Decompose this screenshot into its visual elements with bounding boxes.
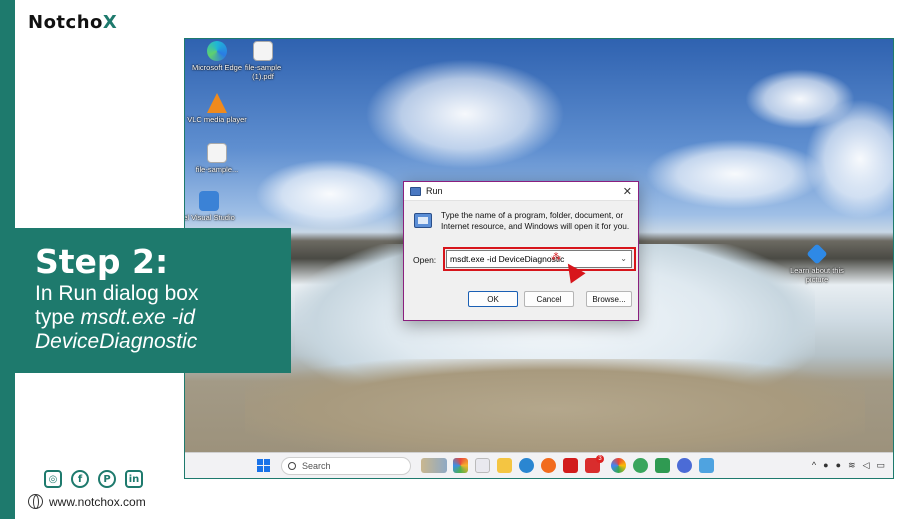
chrome-icon[interactable]	[611, 458, 626, 473]
website[interactable]: www.notchox.com	[28, 494, 146, 509]
run-icon	[410, 186, 421, 196]
chevron-up-icon[interactable]: ^	[812, 460, 816, 471]
system-tray: ^ ● ● ≋ ◁ ▭	[812, 460, 885, 471]
social-icons: ◎ f P in	[44, 470, 143, 488]
run-program-icon	[414, 213, 432, 228]
open-label: Open:	[413, 255, 437, 265]
lake	[245, 359, 865, 459]
search-icon	[288, 462, 296, 470]
desktop-icon-pdf[interactable]: file-sample (1).pdf	[233, 41, 293, 81]
microphone-icon[interactable]: ●	[836, 460, 841, 471]
ok-button[interactable]: OK	[468, 291, 518, 307]
desktop-icon-learn-picture[interactable]: Learn about this picture	[787, 243, 847, 284]
left-accent-strip	[0, 0, 15, 519]
copilot-icon[interactable]	[453, 458, 468, 473]
learn-picture-icon	[806, 243, 828, 265]
run-title: Run	[426, 186, 443, 196]
notification-badge: 3	[596, 455, 604, 463]
instagram-icon[interactable]: ◎	[44, 470, 62, 488]
cloud	[255, 159, 405, 229]
notchox-logo: NotchoX	[28, 12, 118, 33]
step-line-2: type msdt.exe -id	[35, 306, 195, 329]
app-icon-1[interactable]	[633, 458, 648, 473]
step-line-3: DeviceDiagnostic	[35, 330, 198, 353]
firefox-icon[interactable]	[541, 458, 556, 473]
browse-button[interactable]: Browse...	[586, 291, 632, 307]
desktop-icon-visual-studio[interactable]: el Visual Studio	[185, 191, 239, 222]
app-with-badge-icon[interactable]: 3	[585, 455, 604, 473]
click-spark-icon: ⁂	[551, 252, 561, 263]
step-panel: Step 2: In Run dialog box type msdt.exe …	[15, 228, 291, 373]
facebook-icon[interactable]: f	[71, 470, 89, 488]
step-title: Step 2:	[35, 242, 169, 281]
volume-icon[interactable]: ◁	[863, 460, 870, 471]
edge-icon	[207, 41, 227, 61]
close-icon[interactable]: ✕	[623, 185, 632, 198]
edge-taskbar-icon[interactable]	[519, 458, 534, 473]
desktop-icon-vlc[interactable]: VLC media player	[187, 93, 247, 124]
tray-app-icon[interactable]: ●	[823, 460, 828, 471]
windows-start-icon[interactable]	[257, 459, 270, 472]
step-line-1: In Run dialog box	[35, 282, 199, 305]
website-url: www.notchox.com	[49, 494, 146, 509]
globe-icon	[28, 494, 43, 509]
widgets-icon[interactable]	[421, 458, 447, 473]
cloud	[365, 59, 565, 169]
run-description: Type the name of a program, folder, docu…	[441, 210, 630, 231]
pdf-icon	[253, 41, 273, 61]
app-icon-2[interactable]	[655, 458, 670, 473]
folder-icon[interactable]	[497, 458, 512, 473]
wifi-icon[interactable]: ≋	[848, 460, 856, 471]
battery-icon[interactable]: ▭	[876, 460, 885, 471]
desktop-icon-file[interactable]: file-sample...	[187, 143, 247, 174]
pinterest-icon[interactable]: P	[98, 470, 116, 488]
netflix-icon[interactable]	[563, 458, 578, 473]
cloud	[645, 139, 825, 209]
file-icon	[207, 143, 227, 163]
app-icon-4[interactable]	[699, 458, 714, 473]
cancel-button[interactable]: Cancel	[524, 291, 574, 307]
store-icon[interactable]	[475, 458, 490, 473]
linkedin-icon[interactable]: in	[125, 470, 143, 488]
app-icon-3[interactable]	[677, 458, 692, 473]
vlc-icon	[207, 93, 227, 113]
taskbar-search[interactable]: Search	[281, 457, 411, 475]
visual-studio-icon	[199, 191, 219, 211]
input-highlight-box	[443, 247, 636, 271]
taskbar: Search 3 ^ ● ● ≋ ◁ ▭	[185, 452, 893, 478]
run-dialog: Run ✕ Type the name of a program, folder…	[403, 181, 639, 321]
run-title-bar[interactable]: Run ✕	[404, 182, 638, 201]
